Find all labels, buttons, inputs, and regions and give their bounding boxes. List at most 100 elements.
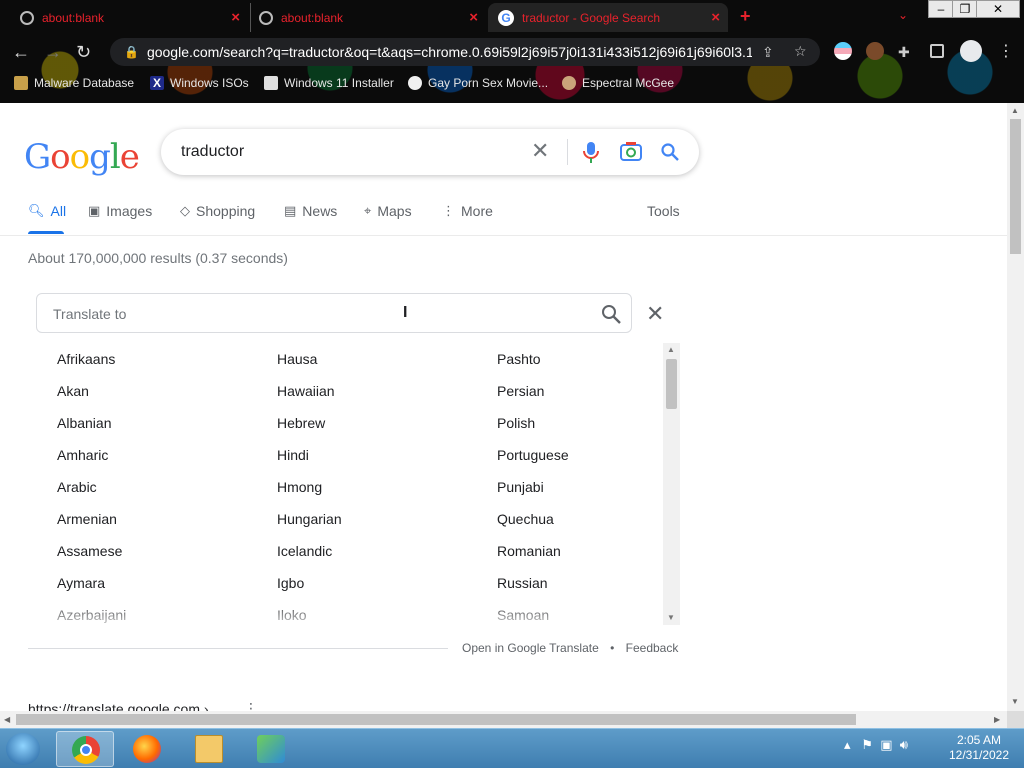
language-option[interactable]: Igbo: [277, 575, 304, 591]
lock-icon[interactable]: 🔒: [124, 45, 139, 59]
scrollbar-thumb[interactable]: [16, 714, 856, 725]
tab-images[interactable]: ▣ Images: [88, 203, 152, 219]
microphone-icon[interactable]: [583, 142, 599, 164]
forward-arrow-icon[interactable]: →: [44, 42, 62, 62]
language-option[interactable]: Hebrew: [277, 415, 325, 431]
language-option[interactable]: Punjabi: [497, 479, 544, 495]
google-doodle-logo[interactable]: Google: [24, 137, 140, 177]
page-horizontal-scrollbar[interactable]: ◀ ▶: [0, 711, 1007, 728]
close-tab-icon[interactable]: ×: [231, 9, 240, 26]
clock[interactable]: 2:05 AM 12/31/2022: [940, 733, 1018, 763]
language-option[interactable]: Portuguese: [497, 447, 569, 463]
scroll-left-icon[interactable]: ◀: [4, 715, 10, 724]
taskbar-app[interactable]: [242, 731, 300, 767]
browser-tab-2[interactable]: about:blank ×: [250, 3, 486, 32]
minimize-button[interactable]: –: [928, 0, 954, 18]
extensions-puzzle-icon[interactable]: ✚: [898, 44, 916, 62]
profile-icon[interactable]: [960, 40, 982, 62]
language-option[interactable]: Amharic: [57, 447, 108, 463]
result-url[interactable]: https://translate.google.com ›: [28, 701, 209, 711]
tools-button[interactable]: Tools: [647, 203, 680, 219]
language-option[interactable]: Aymara: [57, 575, 105, 591]
bookmark-movie[interactable]: Gay Porn Sex Movie...: [408, 76, 548, 90]
language-option[interactable]: Assamese: [57, 543, 122, 559]
language-option[interactable]: Hungarian: [277, 511, 342, 527]
language-option[interactable]: Samoan: [497, 607, 549, 623]
language-option[interactable]: Pashto: [497, 351, 541, 367]
scroll-down-icon[interactable]: ▼: [667, 613, 675, 622]
search-icon[interactable]: [601, 304, 621, 324]
language-list-scrollbar[interactable]: ▲ ▼: [663, 343, 680, 625]
share-icon[interactable]: ⇪: [762, 44, 774, 61]
close-language-list-icon[interactable]: ✕: [646, 301, 664, 327]
back-arrow-icon[interactable]: ←: [12, 42, 30, 62]
menu-kebab-icon[interactable]: ⋮: [998, 42, 1014, 62]
language-option[interactable]: Icelandic: [277, 543, 332, 559]
close-window-button[interactable]: ✕: [976, 0, 1020, 18]
flag-icon[interactable]: ⚑: [861, 737, 873, 752]
search-box[interactable]: traductor ✕: [161, 129, 699, 175]
bookmark-malware-database[interactable]: Malware Database: [14, 76, 134, 90]
result-options-icon[interactable]: ⋮: [244, 700, 258, 711]
bookmark-star-icon[interactable]: ☆: [794, 43, 807, 60]
tab-search-icon[interactable]: ⌄: [898, 8, 908, 22]
language-option[interactable]: Hindi: [277, 447, 309, 463]
url-text[interactable]: google.com/search?q=traductor&oq=t&aqs=c…: [147, 44, 752, 60]
tab-all[interactable]: 🔍︎ All: [28, 203, 66, 219]
language-option[interactable]: Afrikaans: [57, 351, 115, 367]
language-option[interactable]: Polish: [497, 415, 535, 431]
language-option[interactable]: Arabic: [57, 479, 97, 495]
bookmark-windows-11-installer[interactable]: Windows 11 Installer: [264, 76, 394, 90]
extension-avatar-icon[interactable]: [866, 42, 884, 60]
scroll-up-icon[interactable]: ▲: [1011, 106, 1019, 115]
new-tab-button[interactable]: +: [740, 6, 751, 27]
language-option[interactable]: Hausa: [277, 351, 317, 367]
bookmark-espectral-mcgee[interactable]: Espectral McGee: [562, 76, 674, 90]
taskbar-chrome[interactable]: [56, 731, 114, 767]
translate-to-placeholder[interactable]: Translate to: [53, 306, 126, 322]
scrollbar-thumb[interactable]: [666, 359, 677, 409]
language-option[interactable]: Hawaiian: [277, 383, 335, 399]
scroll-right-icon[interactable]: ▶: [994, 715, 1000, 724]
taskbar-file-explorer[interactable]: [180, 731, 238, 767]
search-icon[interactable]: [661, 143, 679, 161]
extension-flag-icon[interactable]: [834, 42, 852, 60]
page-vertical-scrollbar[interactable]: ▲ ▼: [1007, 103, 1024, 711]
browser-tab-3-active[interactable]: G traductor - Google Search ×: [488, 3, 728, 32]
tab-maps[interactable]: ⌖ Maps: [364, 203, 412, 219]
close-tab-icon[interactable]: ×: [469, 9, 478, 26]
scrollbar-thumb[interactable]: [1010, 119, 1021, 254]
open-in-google-translate-link[interactable]: Open in Google Translate: [462, 641, 599, 655]
show-hidden-icons-icon[interactable]: ▴: [844, 737, 851, 752]
language-option[interactable]: Romanian: [497, 543, 561, 559]
close-tab-icon[interactable]: ×: [711, 9, 720, 26]
reload-icon[interactable]: ↻: [76, 42, 91, 62]
scroll-down-icon[interactable]: ▼: [1011, 697, 1019, 706]
tab-news[interactable]: ▤ News: [284, 203, 337, 219]
translate-to-search[interactable]: Translate to I: [36, 293, 632, 333]
side-panel-icon[interactable]: [930, 44, 944, 58]
language-option[interactable]: Iloko: [277, 607, 307, 623]
browser-tab-1[interactable]: about:blank ×: [12, 3, 248, 32]
language-option[interactable]: Hmong: [277, 479, 322, 495]
language-option[interactable]: Albanian: [57, 415, 112, 431]
camera-lens-icon[interactable]: [620, 142, 642, 162]
language-option[interactable]: Azerbaijani: [57, 607, 126, 623]
scroll-up-icon[interactable]: ▲: [667, 345, 675, 354]
tab-more[interactable]: ⋮ More: [442, 203, 493, 219]
restore-button[interactable]: ❐: [952, 0, 978, 18]
language-option[interactable]: Russian: [497, 575, 548, 591]
network-icon[interactable]: ▣: [880, 737, 892, 752]
address-bar[interactable]: 🔒 google.com/search?q=traductor&oq=t&aqs…: [110, 38, 820, 66]
language-option[interactable]: Armenian: [57, 511, 117, 527]
volume-icon[interactable]: 🔊︎: [900, 737, 908, 752]
start-button[interactable]: [6, 733, 40, 765]
clear-search-icon[interactable]: ✕: [531, 140, 549, 162]
bookmark-windows-isos[interactable]: X Windows ISOs: [150, 76, 249, 90]
language-option[interactable]: Persian: [497, 383, 544, 399]
language-option[interactable]: Akan: [57, 383, 89, 399]
feedback-link[interactable]: Feedback: [626, 641, 679, 655]
tab-shopping[interactable]: ◇ Shopping: [180, 203, 255, 219]
language-option[interactable]: Quechua: [497, 511, 554, 527]
taskbar-firefox[interactable]: [118, 731, 176, 767]
